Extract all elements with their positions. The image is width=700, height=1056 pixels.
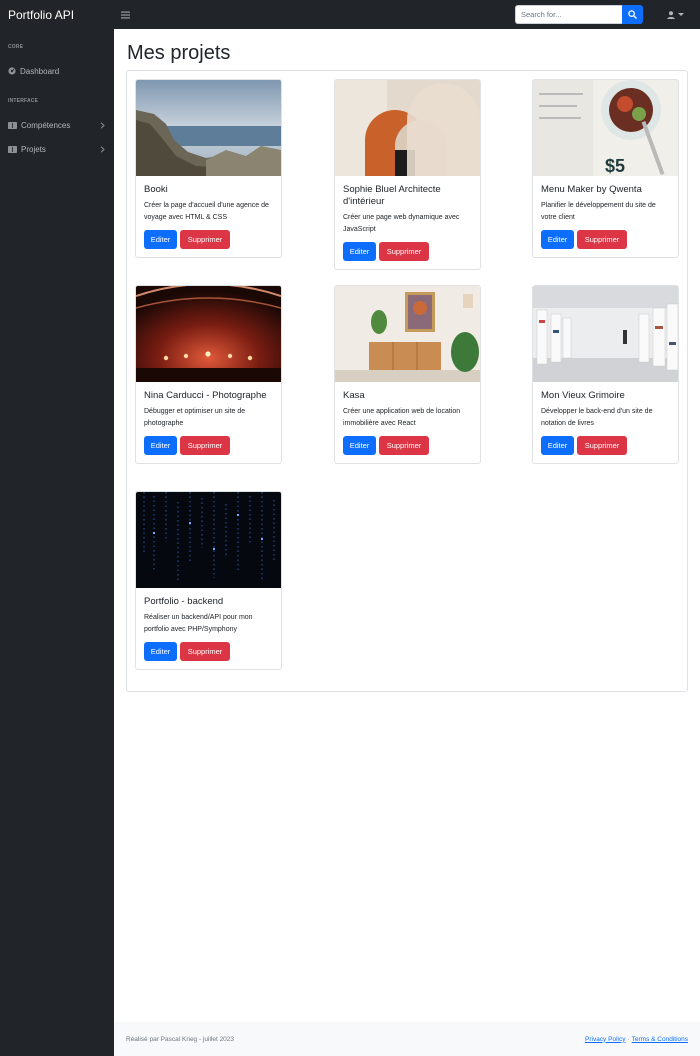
- chevron-down-icon: [678, 13, 684, 16]
- edit-button[interactable]: Editer: [144, 642, 177, 661]
- top-navbar: Portfolio API: [0, 0, 700, 29]
- project-card: Mon Vieux Grimoire Développer le back-en…: [532, 285, 679, 464]
- project-description: Débugger et optimiser un site de photogr…: [144, 408, 246, 427]
- project-description: Créer une application web de location im…: [343, 408, 461, 427]
- search-button[interactable]: [622, 5, 643, 24]
- project-image: [136, 286, 281, 382]
- delete-button[interactable]: Supprimer: [379, 242, 429, 261]
- brand-title[interactable]: Portfolio API: [0, 8, 114, 22]
- delete-button[interactable]: Supprimer: [180, 642, 230, 661]
- project-card: Booki Créer la page d'accueil d'une agen…: [135, 79, 282, 258]
- project-title: Booki: [144, 184, 168, 195]
- edit-button[interactable]: Editer: [541, 436, 574, 455]
- menu-icon: [120, 11, 130, 18]
- dashboard-icon: [8, 67, 16, 75]
- footer-credit: Réalisé par Pascal Krieg - juillet 2023: [126, 1035, 235, 1043]
- search-input[interactable]: [515, 5, 622, 24]
- project-description: Créer une page web dynamique avec JavaSc…: [343, 214, 460, 233]
- sidebar-item-label: Dashboard: [20, 66, 60, 76]
- project-title: Nina Carducci - Photographe: [144, 390, 267, 401]
- edit-button[interactable]: Editer: [343, 436, 376, 455]
- chevron-right-icon: [100, 145, 105, 153]
- user-icon: [667, 10, 675, 19]
- footer: Réalisé par Pascal Krieg - juillet 2023 …: [114, 1022, 700, 1056]
- project-title: Menu Maker by Qwenta: [541, 184, 642, 195]
- edit-button[interactable]: Editer: [144, 436, 177, 455]
- sidebar-item-projets[interactable]: Projets: [0, 142, 114, 156]
- project-title: Kasa: [343, 390, 365, 401]
- projects-panel: Booki Créer la page d'accueil d'une agen…: [126, 70, 688, 692]
- svg-text:$5: $5: [605, 156, 625, 176]
- project-card: Nina Carducci - Photographe Débugger et …: [135, 285, 282, 464]
- delete-button[interactable]: Supprimer: [577, 436, 627, 455]
- edit-button[interactable]: Editer: [343, 242, 376, 261]
- edit-button[interactable]: Editer: [144, 230, 177, 249]
- project-card: Kasa Créer une application web de locati…: [334, 285, 481, 464]
- footer-separator: ·: [627, 1035, 630, 1043]
- project-title: Portfolio - backend: [144, 596, 224, 607]
- sidebar-item-label: Projets: [21, 144, 46, 154]
- project-image: $5: [533, 80, 678, 176]
- project-image: [136, 80, 281, 176]
- project-description: Réaliser un backend/API pour mon portfol…: [144, 614, 253, 633]
- project-image: [533, 286, 678, 382]
- project-image: [335, 80, 480, 176]
- sidebar-item-label: Compétences: [21, 120, 71, 130]
- sidebar-item-dashboard[interactable]: Dashboard: [0, 64, 114, 78]
- project-description: Planifier le développement du site de vo…: [541, 202, 656, 221]
- search-icon: [628, 10, 637, 19]
- privacy-policy-link[interactable]: Privacy Policy: [585, 1036, 625, 1043]
- project-title: Mon Vieux Grimoire: [541, 390, 625, 401]
- columns-icon: [8, 121, 17, 129]
- sidebar-toggle-button[interactable]: [118, 8, 132, 22]
- book-open-icon: [8, 145, 17, 153]
- project-card: $5 Menu Maker by Qwenta Planifier le dév…: [532, 79, 679, 258]
- search-form: [515, 5, 643, 24]
- main-content: Mes projets Booki Créer la page d'accuei…: [114, 29, 700, 1056]
- project-title: Sophie Bluel Architecte d'intérieur: [343, 184, 441, 207]
- page-title: Mes projets: [127, 42, 231, 64]
- project-description: Créer la page d'accueil d'une agence de …: [144, 202, 269, 221]
- terms-link[interactable]: Terms & Conditions: [632, 1036, 688, 1043]
- project-card: Portfolio - backend Réaliser un backend/…: [135, 491, 282, 670]
- project-card: Sophie Bluel Architecte d'intérieur Crée…: [334, 79, 481, 270]
- sidebar: CORE Dashboard INTERFACE Compétences Pro…: [0, 29, 114, 1056]
- delete-button[interactable]: Supprimer: [180, 436, 230, 455]
- sidebar-heading-core: CORE: [8, 44, 24, 50]
- user-menu-dropdown[interactable]: [667, 10, 684, 19]
- edit-button[interactable]: Editer: [541, 230, 574, 249]
- delete-button[interactable]: Supprimer: [379, 436, 429, 455]
- sidebar-heading-interface: INTERFACE: [8, 98, 39, 104]
- delete-button[interactable]: Supprimer: [180, 230, 230, 249]
- project-image: [136, 492, 281, 588]
- project-description: Développer le back-end d'un site de nota…: [541, 408, 653, 427]
- project-image: [335, 286, 480, 382]
- delete-button[interactable]: Supprimer: [577, 230, 627, 249]
- chevron-right-icon: [100, 121, 105, 129]
- sidebar-item-competences[interactable]: Compétences: [0, 118, 114, 132]
